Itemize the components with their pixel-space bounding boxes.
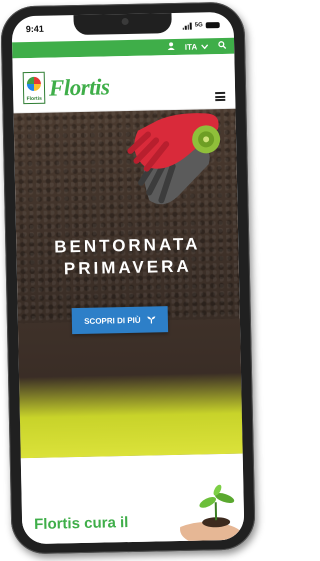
status-time: 9:41 <box>25 23 44 35</box>
logo-badge[interactable]: Flortis <box>22 71 46 105</box>
hero-title-line-2: PRIMAVERA <box>63 256 192 279</box>
gardening-gloves-image <box>127 113 221 205</box>
sprout-icon <box>147 316 156 324</box>
camera-icon <box>121 17 129 26</box>
hamburger-menu-icon[interactable] <box>215 91 226 102</box>
chevron-down-icon <box>201 43 209 49</box>
account-icon[interactable] <box>167 42 175 52</box>
section-heading: Flortis cura il <box>33 514 129 534</box>
battery-icon <box>205 22 220 29</box>
signal-icon <box>182 22 192 30</box>
status-indicators: 5G <box>182 22 220 30</box>
language-label: ITA <box>184 42 198 52</box>
discover-more-button[interactable]: SCOPRI DI PIÙ <box>71 306 169 335</box>
hero-banner: BENTORNATA PRIMAVERA SCOPRI DI PIÙ <box>13 108 243 459</box>
language-selector[interactable]: ITA <box>184 42 209 52</box>
phone-notch <box>73 11 172 36</box>
discover-more-label: SCOPRI DI PIÙ <box>84 315 141 326</box>
brand-logo[interactable]: Flortis <box>49 74 110 101</box>
hand-with-plant-image <box>180 484 245 543</box>
search-icon[interactable] <box>218 41 227 51</box>
logo-badge-text: Flortis <box>26 95 42 103</box>
hero-yellow-band <box>17 318 243 459</box>
intro-section: Flortis cura il <box>20 453 245 545</box>
network-label: 5G <box>194 22 203 29</box>
flower-icon <box>26 76 42 92</box>
hero-title: BENTORNATA PRIMAVERA <box>16 233 239 282</box>
phone-screen: 9:41 5G ITA Flortis Flortis BENTORNATA P… <box>11 11 245 545</box>
site-header: Flortis Flortis <box>12 53 236 114</box>
phone-frame: 9:41 5G ITA Flortis Flortis BENTORNATA P… <box>0 1 256 555</box>
